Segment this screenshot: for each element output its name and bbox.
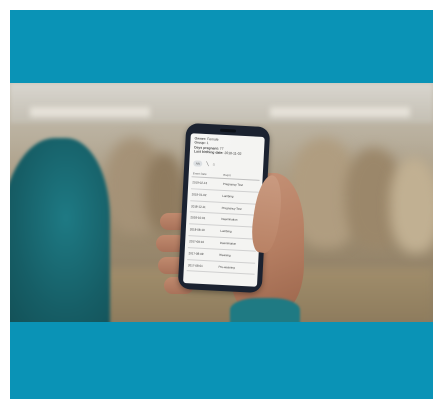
barn-roof [10,83,433,123]
barn-beam [30,107,150,117]
barn-beam [270,107,410,117]
sleeve [230,298,300,322]
top-color-band [10,10,433,83]
phone-screen: Owner: Female Group: 1 Days pregnant: 77… [183,133,265,287]
blurred-cow [390,158,433,253]
photo: Owner: Female Group: 1 Days pregnant: 77… [10,83,433,322]
phone-notch [219,128,237,133]
person-shoulder [10,138,110,322]
screen-glare [183,133,265,287]
bottom-color-band [10,322,433,399]
